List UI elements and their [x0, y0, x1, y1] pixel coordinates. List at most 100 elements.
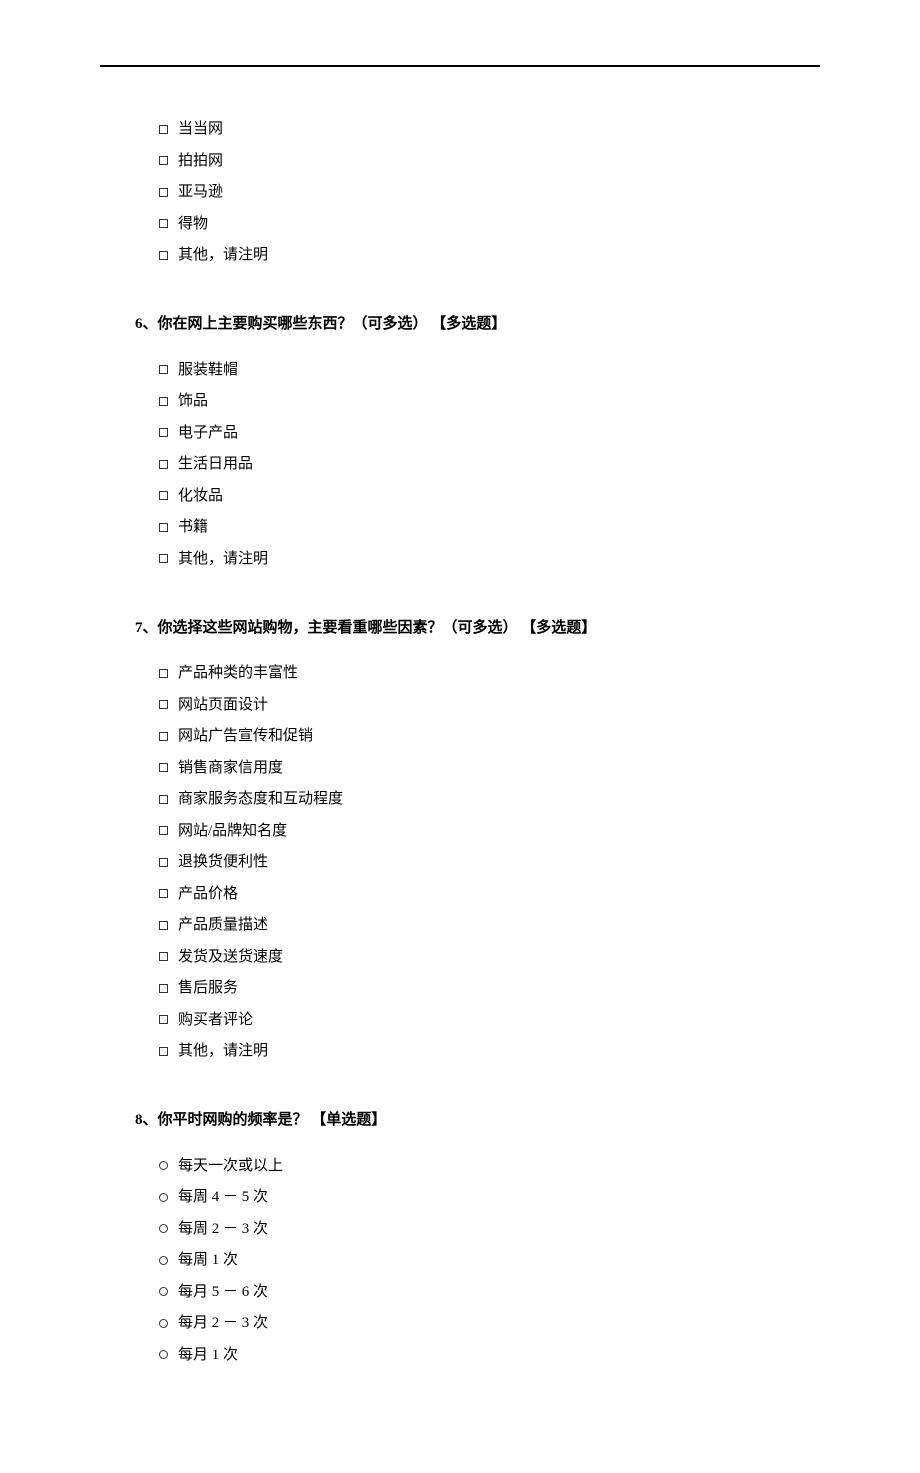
- checkbox-option[interactable]: 得物: [135, 212, 785, 236]
- option-label: 当当网: [178, 117, 223, 141]
- option-label: 每天一次或以上: [178, 1154, 283, 1178]
- option-label: 产品价格: [178, 882, 238, 906]
- checkbox-option[interactable]: 产品种类的丰富性: [135, 661, 785, 685]
- checkbox-icon: [159, 795, 168, 804]
- option-label: 电子产品: [178, 421, 238, 445]
- checkbox-icon: [159, 889, 168, 898]
- checkbox-icon: [159, 125, 168, 134]
- checkbox-icon: [159, 858, 168, 867]
- radio-option[interactable]: 每月 2 － 3 次: [135, 1311, 785, 1335]
- checkbox-option[interactable]: 化妆品: [135, 484, 785, 508]
- checkbox-icon: [159, 460, 168, 469]
- radio-option[interactable]: 每周 2 － 3 次: [135, 1217, 785, 1241]
- option-label: 其他，请注明: [178, 243, 268, 267]
- radio-option[interactable]: 每周 4 － 5 次: [135, 1185, 785, 1209]
- radio-icon: [159, 1193, 168, 1202]
- checkbox-option[interactable]: 产品价格: [135, 882, 785, 906]
- checkbox-option[interactable]: 服装鞋帽: [135, 358, 785, 382]
- question-7: 7、你选择这些网站购物，主要看重哪些因素？（可多选） 【多选题】 产品种类的丰富…: [135, 617, 785, 1064]
- option-label: 生活日用品: [178, 452, 253, 476]
- option-label: 退换货便利性: [178, 850, 268, 874]
- checkbox-option[interactable]: 其他，请注明: [135, 1039, 785, 1063]
- checkbox-icon: [159, 763, 168, 772]
- option-label: 亚马逊: [178, 180, 223, 204]
- option-label: 书籍: [178, 515, 208, 539]
- checkbox-icon: [159, 921, 168, 930]
- checkbox-option[interactable]: 产品质量描述: [135, 913, 785, 937]
- checkbox-option[interactable]: 书籍: [135, 515, 785, 539]
- option-label: 饰品: [178, 389, 208, 413]
- option-label: 网站页面设计: [178, 693, 268, 717]
- radio-icon: [159, 1224, 168, 1233]
- option-label: 每周 4 － 5 次: [178, 1185, 268, 1209]
- radio-option[interactable]: 每月 1 次: [135, 1343, 785, 1367]
- radio-option[interactable]: 每周 1 次: [135, 1248, 785, 1272]
- question-title: 6、你在网上主要购买哪些东西？（可多选） 【多选题】: [135, 313, 785, 336]
- checkbox-icon: [159, 523, 168, 532]
- checkbox-option[interactable]: 购买者评论: [135, 1008, 785, 1032]
- checkbox-option[interactable]: 电子产品: [135, 421, 785, 445]
- checkbox-option[interactable]: 售后服务: [135, 976, 785, 1000]
- option-label: 其他，请注明: [178, 1039, 268, 1063]
- option-label: 每周 2 － 3 次: [178, 1217, 268, 1241]
- radio-option[interactable]: 每月 5 － 6 次: [135, 1280, 785, 1304]
- checkbox-option[interactable]: 网站/品牌知名度: [135, 819, 785, 843]
- checkbox-option[interactable]: 其他，请注明: [135, 243, 785, 267]
- checkbox-icon: [159, 251, 168, 260]
- radio-icon: [159, 1161, 168, 1170]
- option-label: 商家服务态度和互动程度: [178, 787, 343, 811]
- option-label: 其他，请注明: [178, 547, 268, 571]
- checkbox-option[interactable]: 当当网: [135, 117, 785, 141]
- checkbox-icon: [159, 491, 168, 500]
- checkbox-icon: [159, 826, 168, 835]
- checkbox-icon: [159, 365, 168, 374]
- option-label: 每月 5 － 6 次: [178, 1280, 268, 1304]
- option-label: 每周 1 次: [178, 1248, 238, 1272]
- checkbox-option[interactable]: 网站页面设计: [135, 693, 785, 717]
- checkbox-option[interactable]: 饰品: [135, 389, 785, 413]
- option-label: 发货及送货速度: [178, 945, 283, 969]
- checkbox-icon: [159, 984, 168, 993]
- checkbox-icon: [159, 952, 168, 961]
- checkbox-option[interactable]: 网站广告宣传和促销: [135, 724, 785, 748]
- checkbox-icon: [159, 219, 168, 228]
- option-label: 销售商家信用度: [178, 756, 283, 780]
- checkbox-icon: [159, 1015, 168, 1024]
- checkbox-icon: [159, 188, 168, 197]
- checkbox-icon: [159, 554, 168, 563]
- checkbox-option[interactable]: 销售商家信用度: [135, 756, 785, 780]
- option-label: 每月 2 － 3 次: [178, 1311, 268, 1335]
- question-title: 8、你平时网购的频率是？ 【单选题】: [135, 1109, 785, 1132]
- question-title: 7、你选择这些网站购物，主要看重哪些因素？（可多选） 【多选题】: [135, 617, 785, 640]
- checkbox-option[interactable]: 亚马逊: [135, 180, 785, 204]
- radio-icon: [159, 1350, 168, 1359]
- option-label: 服装鞋帽: [178, 358, 238, 382]
- option-label: 拍拍网: [178, 149, 223, 173]
- checkbox-option[interactable]: 拍拍网: [135, 149, 785, 173]
- checkbox-icon: [159, 397, 168, 406]
- checkbox-icon: [159, 1047, 168, 1056]
- checkbox-icon: [159, 156, 168, 165]
- checkbox-option[interactable]: 商家服务态度和互动程度: [135, 787, 785, 811]
- option-label: 化妆品: [178, 484, 223, 508]
- checkbox-icon: [159, 669, 168, 678]
- radio-icon: [159, 1287, 168, 1296]
- question-6: 6、你在网上主要购买哪些东西？（可多选） 【多选题】 服装鞋帽 饰品 电子产品 …: [135, 313, 785, 571]
- checkbox-option[interactable]: 退换货便利性: [135, 850, 785, 874]
- option-label: 购买者评论: [178, 1008, 253, 1032]
- option-label: 网站广告宣传和促销: [178, 724, 313, 748]
- checkbox-icon: [159, 428, 168, 437]
- checkbox-option[interactable]: 发货及送货速度: [135, 945, 785, 969]
- checkbox-icon: [159, 732, 168, 741]
- radio-icon: [159, 1256, 168, 1265]
- option-label: 产品种类的丰富性: [178, 661, 298, 685]
- checkbox-option[interactable]: 生活日用品: [135, 452, 785, 476]
- checkbox-option[interactable]: 其他，请注明: [135, 547, 785, 571]
- checkbox-icon: [159, 700, 168, 709]
- radio-option[interactable]: 每天一次或以上: [135, 1154, 785, 1178]
- option-label: 得物: [178, 212, 208, 236]
- option-label: 产品质量描述: [178, 913, 268, 937]
- page-content: 当当网 拍拍网 亚马逊 得物 其他，请注明 6、你在网上主要购买哪些东西？（可多…: [100, 65, 820, 1473]
- question-8: 8、你平时网购的频率是？ 【单选题】 每天一次或以上 每周 4 － 5 次 每周…: [135, 1109, 785, 1367]
- option-label: 每月 1 次: [178, 1343, 238, 1367]
